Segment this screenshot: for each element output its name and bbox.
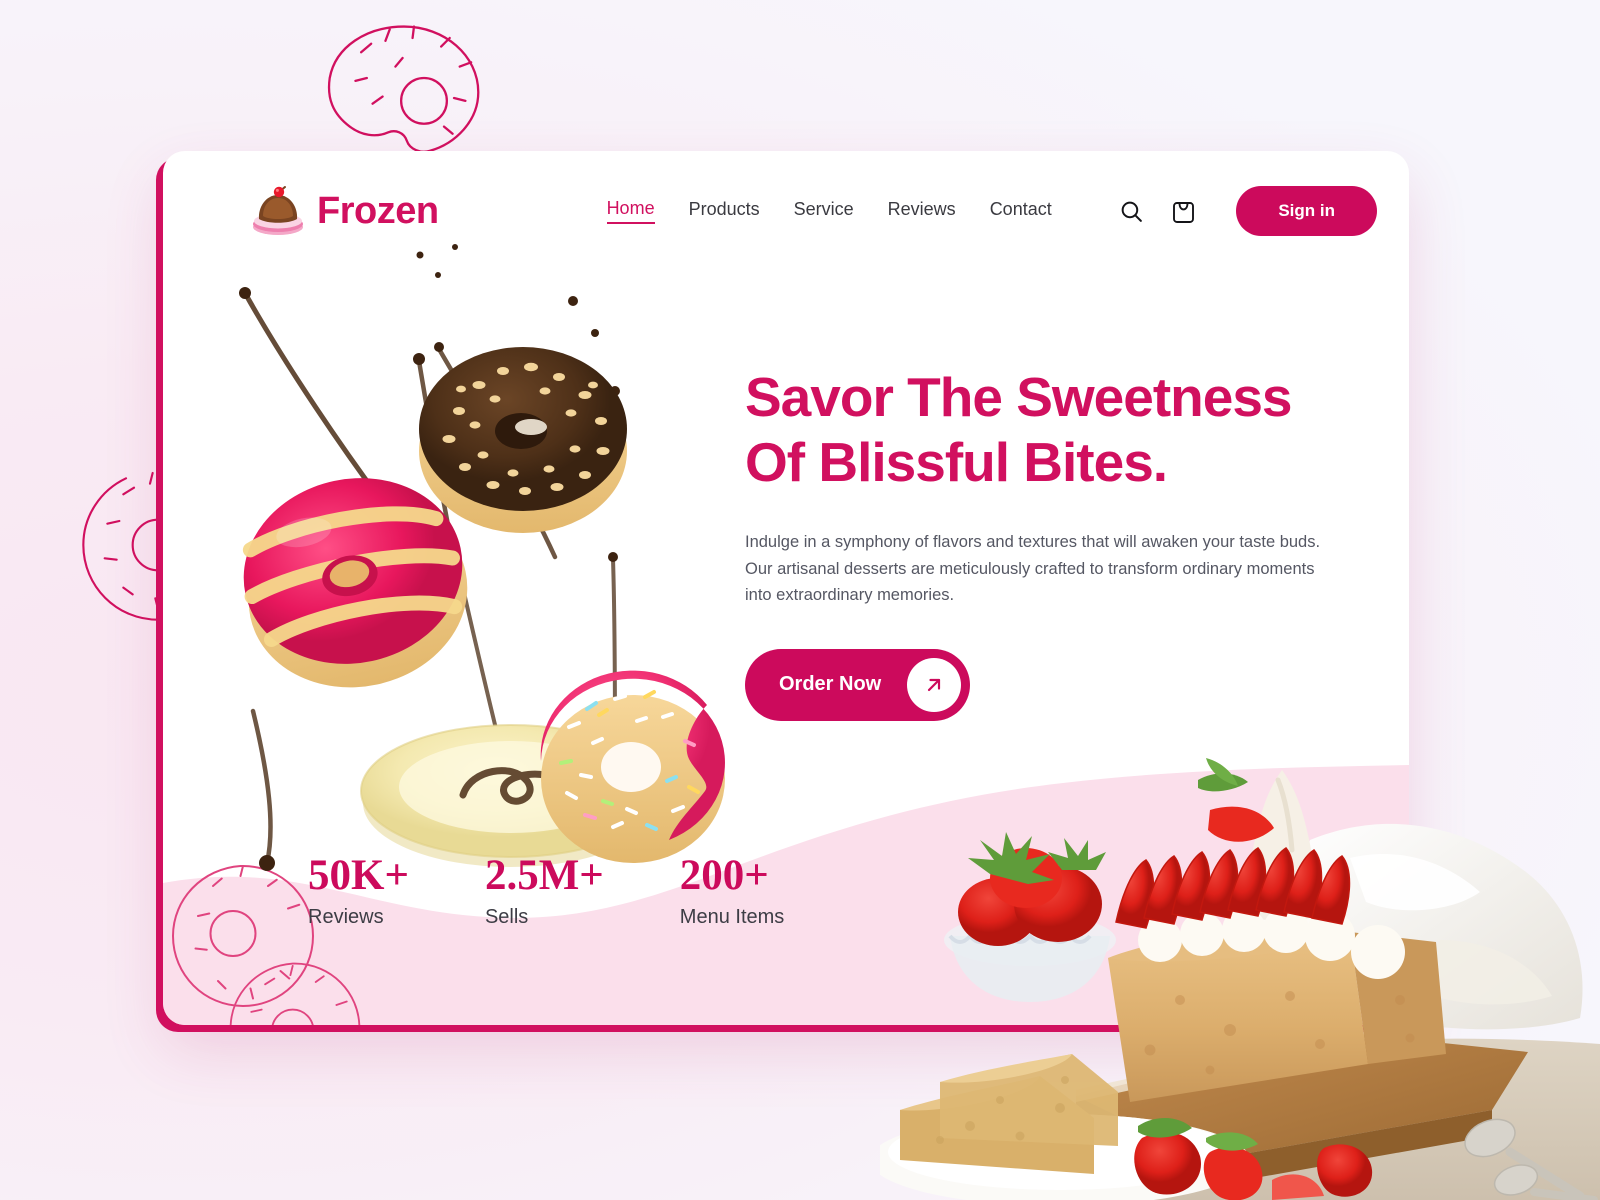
brand-name: Frozen bbox=[317, 189, 439, 232]
main-navigation: Home Products Service Reviews Contact bbox=[606, 198, 1052, 224]
stats-row: 50K+ Reviews 2.5M+ Sells 200+ Menu Items bbox=[308, 854, 784, 929]
page-title: Savor The Sweetness Of Blissful Bites. bbox=[745, 365, 1345, 495]
stat-value: 50K+ bbox=[308, 852, 409, 899]
stat-item-menu-items: 200+ Menu Items bbox=[680, 854, 784, 929]
chocolate-cupcake-cherry-icon bbox=[253, 186, 303, 235]
headline-line-1: Savor The Sweetness bbox=[745, 366, 1293, 428]
nav-link-contact[interactable]: Contact bbox=[990, 199, 1052, 223]
nav-link-reviews[interactable]: Reviews bbox=[888, 199, 956, 223]
order-now-arrow-badge bbox=[907, 657, 962, 712]
order-now-button[interactable]: Order Now bbox=[745, 648, 971, 721]
arrow-up-right-icon bbox=[928, 678, 941, 692]
site-header: Frozen Home Products Service Reviews Con… bbox=[163, 151, 1409, 271]
stat-label: Menu Items bbox=[679, 906, 785, 928]
stat-value: 2.5M+ bbox=[484, 852, 604, 899]
hero-paragraph: Indulge in a symphony of flavors and tex… bbox=[745, 532, 1321, 605]
nav-link-products[interactable]: Products bbox=[689, 199, 760, 223]
hero-copy: Savor The Sweetness Of Blissful Bites. I… bbox=[745, 365, 1345, 721]
donut-outline-icon bbox=[327, 25, 480, 153]
stat-item-sells: 2.5M+ Sells bbox=[485, 854, 604, 929]
order-now-label: Order Now bbox=[779, 673, 882, 696]
search-icon bbox=[1121, 201, 1142, 222]
stat-item-reviews: 50K+ Reviews bbox=[308, 854, 409, 929]
search-button[interactable] bbox=[1116, 196, 1146, 226]
stat-label: Sells bbox=[484, 906, 529, 928]
shopping-bag-icon bbox=[1172, 202, 1194, 223]
header-actions: Sign in bbox=[1116, 186, 1377, 236]
stat-value: 200+ bbox=[679, 852, 769, 899]
nav-link-service[interactable]: Service bbox=[794, 199, 854, 223]
headline-line-2: Of Blissful Bites. bbox=[745, 430, 1168, 493]
brand-logo[interactable]: Frozen bbox=[249, 183, 439, 239]
signin-button[interactable]: Sign in bbox=[1236, 186, 1377, 236]
nav-link-home[interactable]: Home bbox=[606, 198, 655, 224]
cart-button[interactable] bbox=[1168, 196, 1198, 226]
hero-card: Frozen Home Products Service Reviews Con… bbox=[163, 151, 1409, 1025]
stat-label: Reviews bbox=[308, 906, 384, 928]
